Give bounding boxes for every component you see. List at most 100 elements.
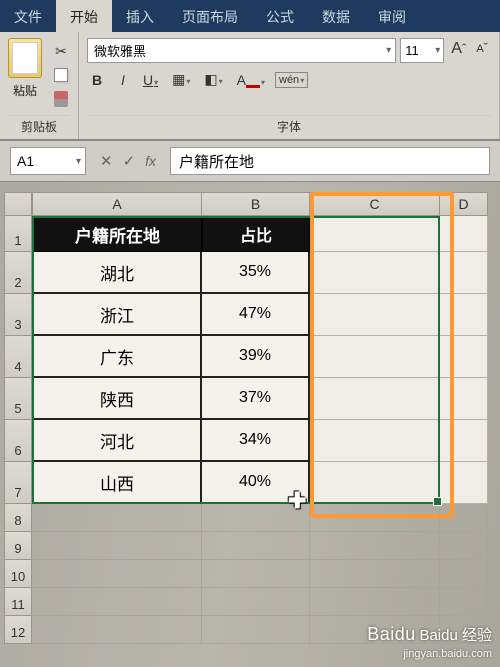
tab-insert[interactable]: 插入 [112, 0, 168, 32]
row-header[interactable]: 2 [4, 252, 32, 294]
border-button[interactable]: ▦ [168, 69, 194, 90]
italic-button[interactable]: I [113, 70, 133, 90]
cell[interactable] [202, 616, 310, 644]
cell[interactable] [310, 252, 440, 294]
cell[interactable]: 户籍所在地 [32, 216, 202, 252]
cell[interactable] [310, 588, 440, 616]
cell[interactable]: 34% [202, 420, 310, 462]
cell[interactable] [440, 216, 488, 252]
tab-file[interactable]: 文件 [0, 0, 56, 32]
cell[interactable]: 37% [202, 378, 310, 420]
worksheet[interactable]: A B C D 1 户籍所在地 占比 2 湖北 35% 3 [0, 182, 500, 667]
cell[interactable] [202, 560, 310, 588]
cell[interactable]: 山西 [32, 462, 202, 504]
cell[interactable] [440, 504, 488, 532]
cell[interactable]: 河北 [32, 420, 202, 462]
cell[interactable] [310, 294, 440, 336]
row-header[interactable]: 6 [4, 420, 32, 462]
col-header-c[interactable]: C [310, 192, 440, 216]
row-header[interactable]: 12 [4, 616, 32, 644]
font-size-select[interactable]: 11 [400, 38, 444, 63]
cell[interactable] [440, 560, 488, 588]
cell[interactable] [440, 420, 488, 462]
phonetic-button[interactable]: wén [275, 72, 308, 88]
cell[interactable] [440, 532, 488, 560]
shrink-font-button[interactable]: Aˇ [473, 38, 491, 63]
cell[interactable] [202, 504, 310, 532]
grow-font-button[interactable]: Aˆ [448, 38, 469, 63]
group-font-label: 字体 [87, 115, 491, 137]
cell[interactable] [32, 560, 202, 588]
cell[interactable] [202, 588, 310, 616]
cell[interactable] [310, 420, 440, 462]
cell[interactable]: 陕西 [32, 378, 202, 420]
font-color-button[interactable]: A [233, 70, 269, 90]
cell[interactable] [310, 462, 440, 504]
cell[interactable] [440, 588, 488, 616]
table-row: 8 [4, 504, 496, 532]
enter-formula-icon[interactable]: ✓ [123, 152, 136, 170]
cell[interactable] [440, 336, 488, 378]
cell[interactable]: 广东 [32, 336, 202, 378]
col-header-d[interactable]: D [440, 192, 488, 216]
row-header[interactable]: 5 [4, 378, 32, 420]
table-row: 6 河北 34% [4, 420, 496, 462]
cut-icon[interactable]: ✂ [52, 42, 70, 60]
cell[interactable] [310, 560, 440, 588]
cancel-formula-icon[interactable]: ✕ [100, 152, 113, 170]
cell[interactable] [32, 588, 202, 616]
row-header[interactable]: 8 [4, 504, 32, 532]
cell[interactable]: 35% [202, 252, 310, 294]
col-header-a[interactable]: A [32, 192, 202, 216]
tab-home[interactable]: 开始 [56, 0, 112, 32]
cell[interactable] [440, 252, 488, 294]
name-box[interactable]: A1 [10, 147, 86, 175]
cell[interactable] [310, 216, 440, 252]
row-header[interactable]: 10 [4, 560, 32, 588]
format-painter-icon[interactable] [52, 90, 70, 108]
cell[interactable] [440, 294, 488, 336]
row-header[interactable]: 3 [4, 294, 32, 336]
tab-data[interactable]: 数据 [308, 0, 364, 32]
table-row: 1 户籍所在地 占比 [4, 216, 496, 252]
row-header[interactable]: 4 [4, 336, 32, 378]
cell[interactable] [32, 616, 202, 644]
col-header-b[interactable]: B [202, 192, 310, 216]
copy-icon[interactable] [52, 66, 70, 84]
fx-icon[interactable]: fx [145, 153, 156, 169]
cell[interactable] [440, 462, 488, 504]
cell[interactable]: 浙江 [32, 294, 202, 336]
cell[interactable]: 湖北 [32, 252, 202, 294]
tab-pagelayout[interactable]: 页面布局 [168, 0, 252, 32]
cell[interactable] [32, 504, 202, 532]
bold-button[interactable]: B [87, 70, 107, 90]
row-header[interactable]: 11 [4, 588, 32, 616]
watermark: Baidu Baidu 经验 jingyan.baidu.com [367, 623, 492, 661]
row-header[interactable]: 1 [4, 216, 32, 252]
cell[interactable] [202, 532, 310, 560]
paste-label[interactable]: 粘贴 [13, 82, 37, 99]
underline-button[interactable]: U [139, 70, 162, 90]
table-row: 4 广东 39% [4, 336, 496, 378]
row-header[interactable]: 7 [4, 462, 32, 504]
cell[interactable] [440, 378, 488, 420]
font-name-select[interactable]: 微软雅黑 [87, 38, 396, 63]
cell[interactable]: 47% [202, 294, 310, 336]
cell[interactable]: 39% [202, 336, 310, 378]
cell[interactable] [310, 336, 440, 378]
cell[interactable] [310, 378, 440, 420]
cell[interactable] [310, 532, 440, 560]
select-all-corner[interactable] [4, 192, 32, 216]
cell[interactable] [32, 532, 202, 560]
cell[interactable]: 占比 [202, 216, 310, 252]
table-row: 10 [4, 560, 496, 588]
group-font: 微软雅黑 11 Aˆ Aˇ B I U ▦ ◧ A wén 字体 [79, 32, 500, 139]
cell[interactable]: 40% [202, 462, 310, 504]
cell[interactable] [310, 504, 440, 532]
paste-icon[interactable] [8, 38, 42, 78]
formula-input[interactable]: 户籍所在地 [170, 147, 490, 175]
fill-color-button[interactable]: ◧ [200, 69, 226, 90]
row-header[interactable]: 9 [4, 532, 32, 560]
tab-formulas[interactable]: 公式 [252, 0, 308, 32]
tab-review[interactable]: 审阅 [364, 0, 420, 32]
